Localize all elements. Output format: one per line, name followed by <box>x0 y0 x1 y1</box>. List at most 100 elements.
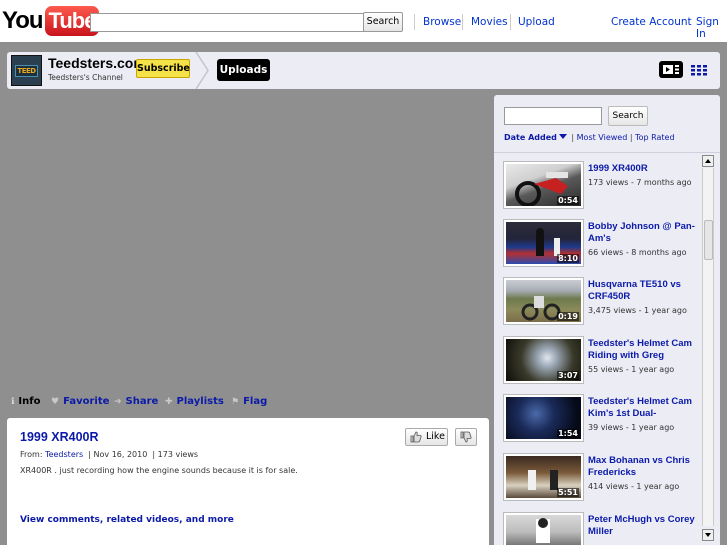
view-comments-link[interactable]: View comments, related videos, and more <box>20 515 234 525</box>
video-thumbnail[interactable]: 0:19 <box>504 278 583 324</box>
sort-bar: Date Added | Most Viewed | Top Rated <box>504 133 675 142</box>
nav-divider <box>414 14 415 30</box>
scroll-thumb[interactable] <box>704 220 713 260</box>
channel-header: TEED Teedsters.com Teedsters's Channel S… <box>7 52 720 89</box>
from-label: From: <box>20 450 43 459</box>
triangle-down-icon[interactable] <box>558 134 567 139</box>
favorite-button[interactable]: ♥ Favorite <box>51 396 109 407</box>
player-view-icon[interactable] <box>659 61 683 78</box>
sort-date-added[interactable]: Date Added <box>504 133 557 142</box>
sort-separator: | <box>568 133 577 142</box>
video-thumbnail[interactable]: 3:07 <box>504 337 583 383</box>
video-title-link[interactable]: Max Bohanan vs Chris Fredericks <box>588 455 700 479</box>
flag-label: Flag <box>243 396 268 407</box>
playlists-label: Playlists <box>176 396 224 407</box>
like-label: Like <box>426 431 445 442</box>
video-duration: 0:19 <box>557 312 579 321</box>
nav-divider <box>462 14 463 30</box>
thumbs-down-icon <box>460 431 472 443</box>
video-player[interactable] <box>7 95 490 385</box>
list-item[interactable]: 0:19 Husqvarna TE510 vs CRF450R 3,475 vi… <box>494 278 702 336</box>
scroll-track[interactable] <box>702 168 714 526</box>
list-item[interactable]: 8:10 Bobby Johnson @ Pan-Am's 66 views -… <box>494 220 702 278</box>
nav-divider <box>510 14 511 30</box>
sort-top-rated[interactable]: Top Rated <box>635 133 674 142</box>
video-meta: 414 views - 1 year ago <box>588 482 680 491</box>
create-account-link[interactable]: Create Account <box>611 16 692 28</box>
nav-upload-link[interactable]: Upload <box>518 16 555 28</box>
arrow-up-icon <box>705 159 711 163</box>
upload-date: Nov 16, 2010 <box>93 450 148 459</box>
scroll-up-button[interactable] <box>702 155 714 167</box>
share-button[interactable]: ➜ Share <box>114 396 158 407</box>
uploads-sidebar: Search Date Added | Most Viewed | Top Ra… <box>494 95 720 545</box>
video-title-link[interactable]: Teedster's Helmet Cam Riding with Greg <box>588 338 700 362</box>
grid-view-icon[interactable] <box>691 64 707 76</box>
favorite-label: Favorite <box>63 396 110 407</box>
list-scrollbar[interactable] <box>702 153 714 545</box>
tab-info-label: Info <box>18 396 41 407</box>
search-button[interactable]: Search <box>363 12 403 32</box>
video-title-link[interactable]: Husqvarna TE510 vs CRF450R <box>588 279 700 303</box>
sign-in-link[interactable]: Sign In <box>696 16 727 40</box>
video-description: XR400R . just recording how the engine s… <box>20 466 298 475</box>
info-icon: ℹ <box>11 396 15 407</box>
channel-avatar[interactable]: TEED <box>11 55 42 86</box>
video-thumbnail[interactable]: 5:51 <box>504 454 583 500</box>
video-meta: From: Teedsters | Nov 16, 2010 | 173 vie… <box>20 450 199 459</box>
author-link[interactable]: Teedsters <box>45 450 83 459</box>
tab-info[interactable]: ℹ Info <box>11 396 40 407</box>
video-title-link[interactable]: Teedster's Helmet Cam Kim's 1st Dual- <box>588 396 700 420</box>
tab-uploads[interactable]: Uploads <box>217 59 270 81</box>
video-title-link[interactable]: Bobby Johnson @ Pan-Am's <box>588 221 700 245</box>
video-thumbnail[interactable] <box>504 513 583 545</box>
video-duration: 8:10 <box>557 254 579 263</box>
logo-you: You <box>2 7 44 34</box>
share-label: Share <box>125 396 159 407</box>
video-duration: 5:51 <box>557 488 579 497</box>
list-item[interactable]: 5:51 Max Bohanan vs Chris Fredericks 414… <box>494 454 702 512</box>
video-thumbnail[interactable]: 8:10 <box>504 220 583 266</box>
arrow-down-icon <box>705 533 711 537</box>
video-thumbnail[interactable]: 1:54 <box>504 395 583 441</box>
channel-search-input[interactable] <box>504 107 602 125</box>
view-count: 173 views <box>157 450 199 459</box>
video-duration: 3:07 <box>557 371 579 380</box>
video-meta: 55 views - 1 year ago <box>588 365 675 374</box>
video-title[interactable]: 1999 XR400R <box>20 430 99 444</box>
search-input[interactable] <box>90 13 364 32</box>
channel-search-button[interactable]: Search <box>608 106 648 126</box>
list-item[interactable]: 3:07 Teedster's Helmet Cam Riding with G… <box>494 337 702 395</box>
nav-browse-link[interactable]: Browse <box>423 16 461 28</box>
video-meta: 66 views - 8 months ago <box>588 248 687 257</box>
video-duration: 1:54 <box>557 429 579 438</box>
flag-icon: ⚑ <box>231 396 240 407</box>
video-meta: 3,475 views - 1 year ago <box>588 306 687 315</box>
dislike-button[interactable] <box>455 428 477 446</box>
playlists-button[interactable]: ✚ Playlists <box>165 396 224 407</box>
subscribe-button[interactable]: Subscribe <box>136 59 190 78</box>
channel-title[interactable]: Teedsters.com <box>48 55 146 71</box>
list-item[interactable]: Peter McHugh vs Corey Miller <box>494 513 702 545</box>
video-meta: 173 views - 7 months ago <box>588 178 692 187</box>
youtube-logo[interactable]: You Tube <box>2 5 100 37</box>
video-info-panel: 1999 XR400R From: Teedsters | Nov 16, 20… <box>7 418 489 545</box>
video-title-link[interactable]: 1999 XR400R <box>588 163 700 175</box>
like-button[interactable]: Like <box>405 428 448 446</box>
masthead: You Tube Search Browse Movies Upload Cre… <box>0 0 727 42</box>
nav-movies-link[interactable]: Movies <box>471 16 508 28</box>
sort-most-viewed[interactable]: Most Viewed <box>577 133 628 142</box>
plus-icon: ✚ <box>165 396 173 407</box>
video-thumbnail[interactable]: 0:54 <box>504 162 583 208</box>
video-duration: 0:54 <box>557 196 579 205</box>
list-item[interactable]: 1:54 Teedster's Helmet Cam Kim's 1st Dua… <box>494 395 702 453</box>
list-item[interactable]: 0:54 1999 XR400R 173 views - 7 months ag… <box>494 162 702 220</box>
scroll-down-button[interactable] <box>702 529 714 541</box>
flag-button[interactable]: ⚑ Flag <box>231 396 267 407</box>
heart-icon: ♥ <box>51 396 60 407</box>
action-bar: ℹ Info ♥ Favorite ➜ Share ✚ Playlists ⚑ … <box>7 392 490 412</box>
channel-avatar-text: TEED <box>15 64 38 77</box>
video-title-link[interactable]: Peter McHugh vs Corey Miller <box>588 514 700 538</box>
share-arrow-icon: ➜ <box>114 396 122 407</box>
sort-separator: | <box>627 133 636 142</box>
